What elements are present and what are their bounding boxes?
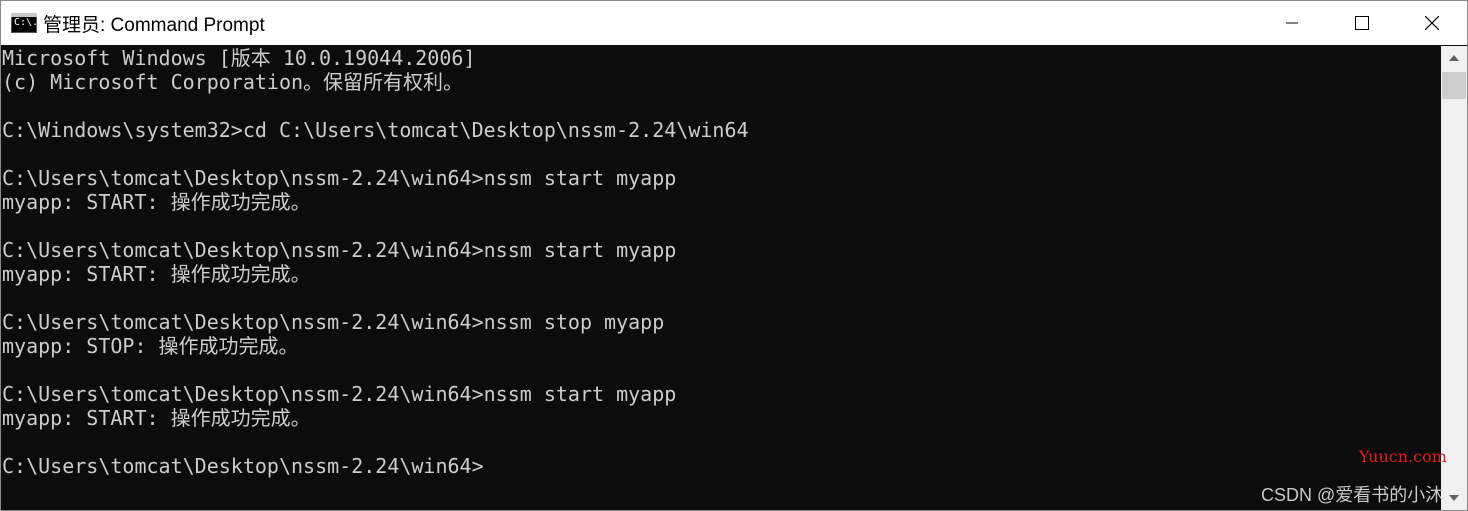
scroll-up-button[interactable]	[1441, 46, 1467, 70]
console-line: (c) Microsoft Corporation。保留所有权利。	[2, 70, 464, 94]
console-icon-glyph: C:\.	[14, 17, 39, 28]
console-line: C:\Windows\system32>cd C:\Users\tomcat\D…	[2, 118, 749, 142]
console-line: myapp: START: 操作成功完成。	[2, 262, 311, 286]
scrollbar-thumb[interactable]	[1442, 72, 1466, 99]
close-icon	[1425, 16, 1439, 30]
vertical-scrollbar[interactable]	[1441, 46, 1467, 510]
scroll-down-button[interactable]	[1441, 486, 1467, 510]
site-watermark: Yuucn.com	[1359, 447, 1447, 466]
console-line: Microsoft Windows [版本 10.0.19044.2006]	[2, 46, 476, 70]
minimize-button[interactable]	[1257, 1, 1327, 45]
title-bar[interactable]: C:\. 管理员: Command Prompt	[1, 1, 1467, 45]
console-line: myapp: START: 操作成功完成。	[2, 406, 311, 430]
console-output[interactable]: Microsoft Windows [版本 10.0.19044.2006] (…	[1, 46, 1441, 510]
close-button[interactable]	[1397, 1, 1467, 45]
console-line: myapp: START: 操作成功完成。	[2, 190, 311, 214]
console-line: C:\Users\tomcat\Desktop\nssm-2.24\win64>…	[2, 238, 677, 262]
console-line: C:\Users\tomcat\Desktop\nssm-2.24\win64>…	[2, 310, 665, 334]
chevron-up-icon	[1449, 55, 1459, 61]
console-line: C:\Users\tomcat\Desktop\nssm-2.24\win64>…	[2, 382, 677, 406]
author-watermark: CSDN @爱看书的小沐	[1261, 485, 1444, 505]
console-line: myapp: STOP: 操作成功完成。	[2, 334, 299, 358]
maximize-icon	[1355, 16, 1369, 30]
minimize-icon	[1286, 22, 1298, 24]
maximize-button[interactable]	[1327, 1, 1397, 45]
console-line: C:\Users\tomcat\Desktop\nssm-2.24\win64>…	[2, 166, 677, 190]
console-prompt-line[interactable]: C:\Users\tomcat\Desktop\nssm-2.24\win64>	[1, 454, 1441, 478]
window-title: 管理员: Command Prompt	[43, 14, 265, 36]
chevron-down-icon	[1449, 495, 1459, 501]
window-controls	[1257, 1, 1467, 45]
console-icon[interactable]: C:\.	[11, 13, 39, 33]
command-prompt-window: C:\. 管理员: Command Prompt Microsoft Windo…	[0, 0, 1468, 511]
